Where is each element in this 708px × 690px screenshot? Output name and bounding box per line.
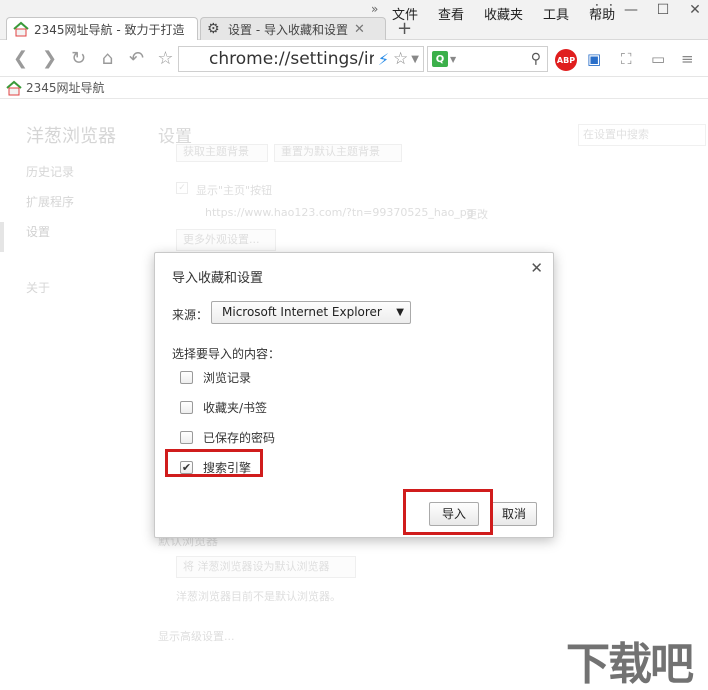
- menu-file[interactable]: 文件: [392, 2, 426, 25]
- star-icon[interactable]: ☆: [393, 49, 408, 69]
- undo-icon[interactable]: ↶: [122, 48, 151, 69]
- house-logo-icon: [6, 80, 22, 95]
- back-icon[interactable]: ❮: [6, 48, 35, 69]
- chevron-down-icon[interactable]: ▼: [411, 54, 419, 65]
- tab-2345[interactable]: 2345网址导航 - 致力于打造: [6, 17, 198, 40]
- option-history[interactable]: 浏览记录: [180, 369, 251, 386]
- import-dialog: 导入收藏和设置 ✕ 来源： Microsoft Internet Explore…: [154, 252, 554, 538]
- option-label: 浏览记录: [203, 371, 252, 385]
- cancel-button[interactable]: 取消: [491, 502, 537, 526]
- watermark-logo: 下载吧: [566, 639, 694, 690]
- address-url[interactable]: chrome://settings/ir: [209, 49, 374, 69]
- maximize-icon[interactable]: ☐: [654, 2, 672, 18]
- bookmark-2345[interactable]: 2345网址导航: [26, 79, 105, 96]
- source-select[interactable]: Microsoft Internet Explorer ▼: [211, 301, 411, 324]
- favorites-checkbox[interactable]: [180, 401, 193, 414]
- dialog-title: 导入收藏和设置: [172, 271, 264, 286]
- search-icon[interactable]: ⚲: [531, 51, 541, 67]
- close-icon[interactable]: ✕: [354, 22, 365, 37]
- bookmark-star-icon[interactable]: ☆: [151, 48, 180, 69]
- grid-icon[interactable]: ⋮⋮: [590, 2, 618, 18]
- search-box[interactable]: Q ▼ ⚲: [427, 46, 548, 72]
- reload-icon[interactable]: ↻: [64, 48, 93, 69]
- tab-title: 设置 - 导入收藏和设置: [228, 22, 348, 37]
- option-label: 已保存的密码: [203, 431, 276, 445]
- window-icon[interactable]: ▭: [651, 50, 665, 68]
- minimize-icon[interactable]: —: [622, 2, 640, 18]
- window-controls: ⋮⋮ — ☐ ✕: [590, 2, 704, 18]
- passwords-checkbox[interactable]: [180, 431, 193, 444]
- chevron-right-icon[interactable]: »: [371, 2, 378, 16]
- source-label: 来源：: [172, 308, 209, 322]
- tab-settings[interactable]: ⚙ 设置 - 导入收藏和设置 ✕: [200, 17, 386, 40]
- search-engine-icon[interactable]: Q: [432, 51, 448, 67]
- option-favorites[interactable]: 收藏夹/书签: [180, 399, 267, 416]
- option-passwords[interactable]: 已保存的密码: [180, 429, 275, 446]
- adblock-icon[interactable]: ABP: [555, 49, 577, 71]
- menu-tools[interactable]: 工具: [543, 2, 577, 25]
- forward-icon[interactable]: ❯: [35, 48, 64, 69]
- fullscreen-icon[interactable]: ⛶: [621, 50, 632, 68]
- lightning-icon[interactable]: ⚡: [378, 50, 389, 69]
- highlight-box: [165, 449, 263, 477]
- address-bar[interactable]: chrome://settings/ir ⚡ ☆ ▼: [178, 46, 424, 72]
- folder-star-icon[interactable]: ▣: [587, 50, 601, 68]
- items-label: 选择要导入的内容：: [172, 347, 281, 361]
- close-window-icon[interactable]: ✕: [686, 2, 704, 18]
- menu-view[interactable]: 查看: [438, 2, 472, 25]
- history-checkbox[interactable]: [180, 371, 193, 384]
- bookmarks-bar: 2345网址导航: [0, 77, 708, 99]
- close-icon[interactable]: ✕: [530, 259, 543, 277]
- tab-strip: 2345网址导航 - 致力于打造 ⚙ 设置 - 导入收藏和设置 ✕ » + 文件…: [0, 0, 708, 40]
- tab-title: 2345网址导航 - 致力于打造: [34, 22, 185, 37]
- highlight-box: [403, 489, 493, 535]
- home-icon[interactable]: ⌂: [93, 48, 122, 69]
- source-value: Microsoft Internet Explorer: [222, 305, 382, 319]
- gear-icon: ⚙: [207, 21, 220, 37]
- chevron-down-icon[interactable]: ▼: [450, 55, 456, 64]
- option-label: 收藏夹/书签: [203, 401, 268, 415]
- menu-icon[interactable]: ≡: [681, 50, 694, 68]
- menu-favorites[interactable]: 收藏夹: [484, 2, 531, 25]
- house-logo-icon: [13, 21, 29, 37]
- chevron-down-icon: ▼: [396, 307, 404, 318]
